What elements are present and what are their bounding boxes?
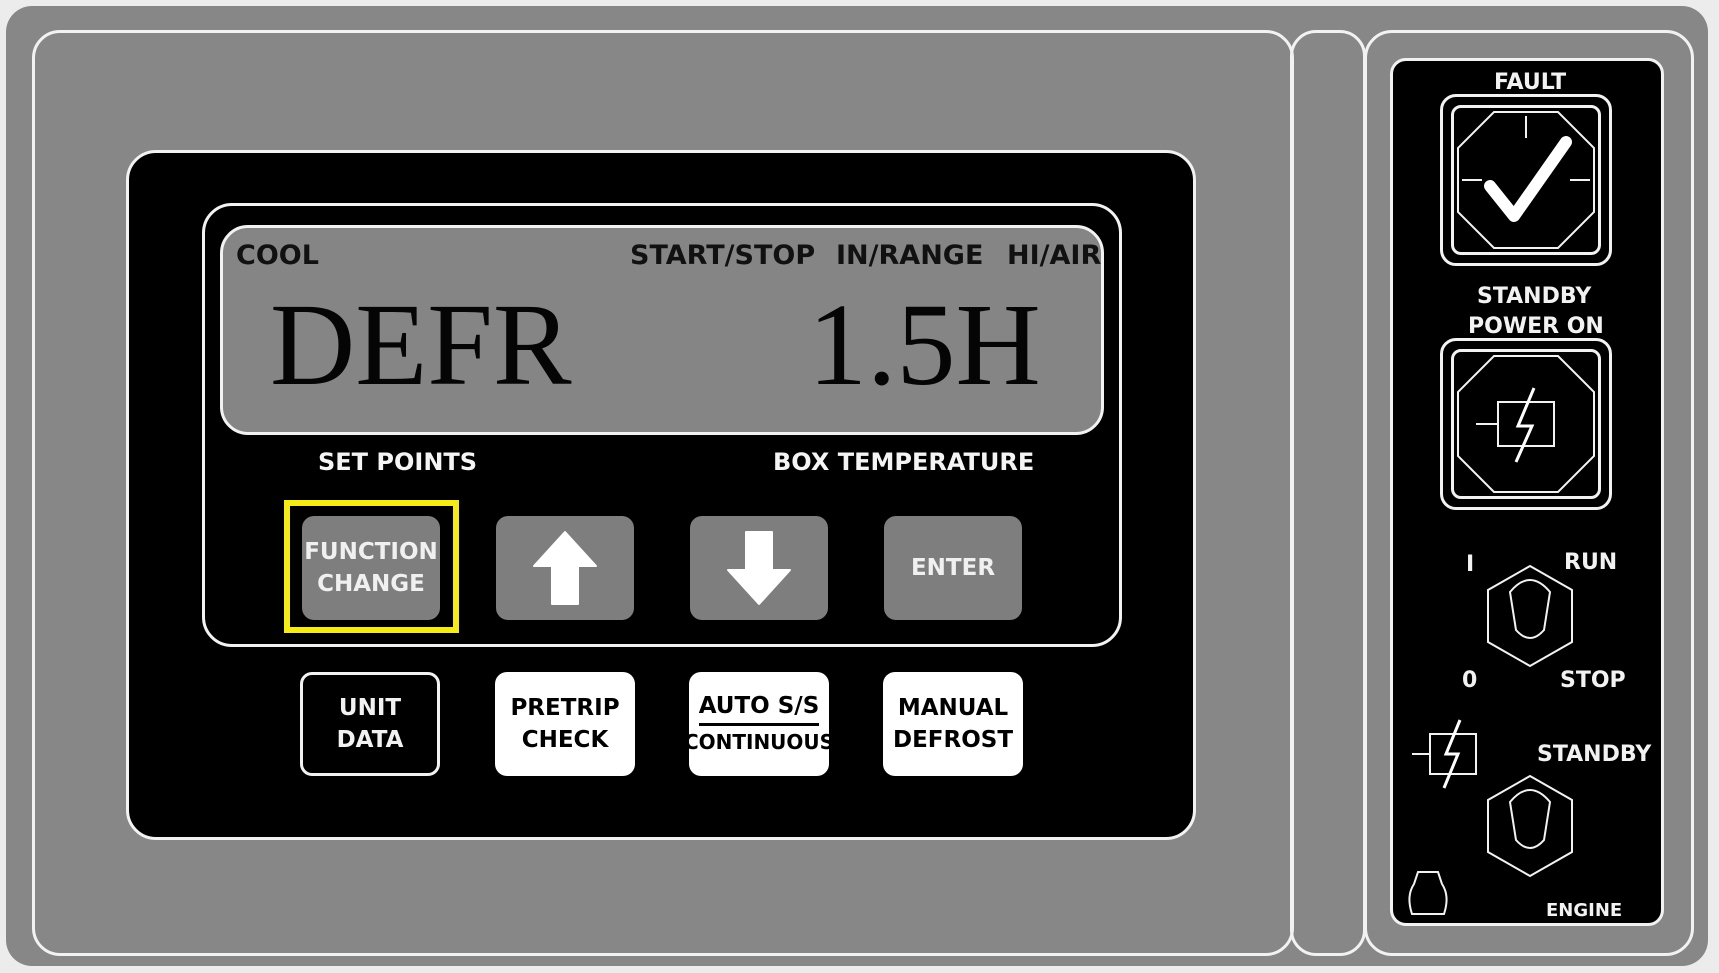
up-arrow-icon xyxy=(533,531,597,605)
check-icon xyxy=(1457,111,1595,249)
indicator-in-range: IN/RANGE xyxy=(836,240,984,271)
divider-slot xyxy=(1290,30,1366,956)
unit-data-label-1: UNIT xyxy=(338,695,402,721)
standby-lamp-face xyxy=(1451,349,1601,499)
manual-defrost-label-1: MANUAL xyxy=(897,695,1009,721)
indicator-hi-air: HI/AIR xyxy=(1007,240,1102,271)
pretrip-label-2: CHECK xyxy=(521,727,609,753)
standby-switch-label: STANDBY xyxy=(1537,742,1652,767)
engine-label: ENGINE xyxy=(1546,900,1623,921)
set-points-caption: SET POINTS xyxy=(318,448,478,476)
function-change-label-1: FUNCTION xyxy=(304,539,438,565)
box-temperature-readout: 1.5H xyxy=(808,279,1041,410)
pretrip-check-button[interactable]: PRETRIP CHECK xyxy=(495,672,635,776)
down-arrow-icon xyxy=(727,531,791,605)
manual-defrost-label-2: DEFROST xyxy=(892,727,1014,753)
manual-defrost-button[interactable]: MANUAL DEFROST xyxy=(883,672,1023,776)
indicator-start-stop: START/STOP xyxy=(630,240,816,271)
down-button[interactable] xyxy=(690,516,828,620)
standby-power-lamp xyxy=(1440,338,1612,510)
pretrip-label-1: PRETRIP xyxy=(510,695,620,721)
fault-lamp xyxy=(1440,94,1612,266)
electric-motor-icon xyxy=(1457,355,1595,493)
power-on-label: POWER ON xyxy=(1468,314,1604,339)
run-stop-switch[interactable] xyxy=(1484,564,1576,668)
enter-label: ENTER xyxy=(910,555,996,581)
i-position-label: I xyxy=(1466,552,1475,577)
standby-label: STANDBY xyxy=(1477,284,1592,309)
enter-button[interactable]: ENTER xyxy=(884,516,1022,620)
standby-switch[interactable] xyxy=(1484,774,1576,878)
continuous-label: CONTINUOUS xyxy=(683,729,835,754)
fault-lamp-face xyxy=(1451,105,1601,255)
box-temperature-caption: BOX TEMPERATURE xyxy=(773,448,1035,476)
setpoint-readout: DEFR xyxy=(270,279,572,410)
auto-ss-label: AUTO S/S xyxy=(698,691,820,726)
unit-data-button[interactable]: UNIT DATA xyxy=(300,672,440,776)
up-button[interactable] xyxy=(496,516,634,620)
unit-data-label-2: DATA xyxy=(336,727,404,753)
fault-label: FAULT xyxy=(1494,70,1567,95)
auto-start-stop-button[interactable]: AUTO S/S CONTINUOUS xyxy=(684,672,834,776)
engine-icon xyxy=(1408,871,1448,915)
stop-label: STOP xyxy=(1560,668,1626,693)
function-change-label-2: CHANGE xyxy=(317,571,425,597)
o-position-label: 0 xyxy=(1462,668,1478,693)
function-change-button[interactable]: FUNCTION CHANGE xyxy=(302,516,440,620)
electric-standby-icon xyxy=(1412,719,1477,789)
indicator-cool: COOL xyxy=(236,240,319,271)
